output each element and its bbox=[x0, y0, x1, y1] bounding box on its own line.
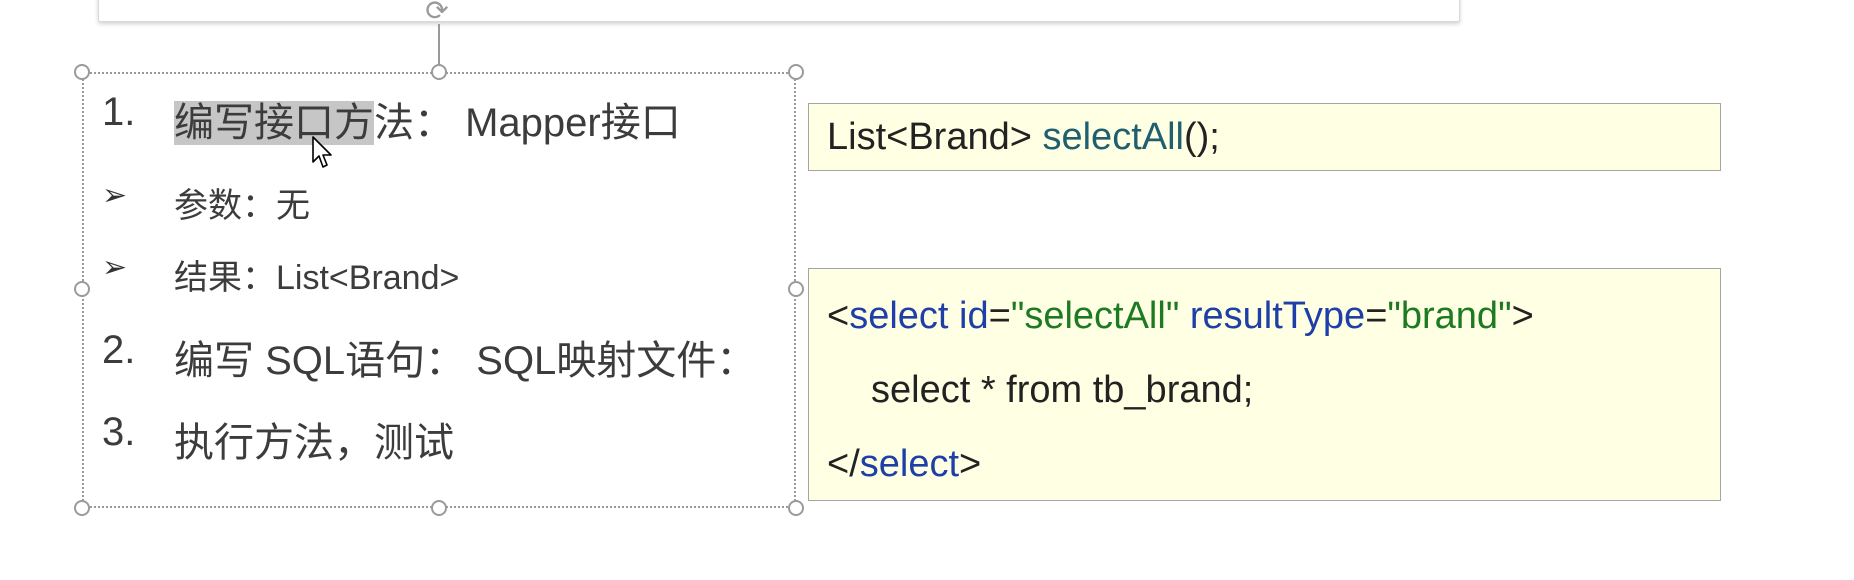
code-punct: < bbox=[827, 295, 850, 337]
selected-text-box[interactable]: 1. 编写接口方法： Mapper接口 ➢ 参数：无 ➢ 结果：List<Bra… bbox=[82, 72, 796, 508]
step-text: 执行方法，测试 bbox=[174, 421, 454, 465]
code-text: (); bbox=[1183, 116, 1220, 158]
step-number: 1. bbox=[102, 90, 136, 134]
step-3: 3. 执行方法，测试 bbox=[102, 410, 782, 465]
step-2: 2. 编写 SQL语句： SQL映射文件： bbox=[102, 328, 782, 383]
code-punct: > bbox=[959, 443, 982, 485]
resize-handle-bottom-center[interactable] bbox=[431, 500, 447, 516]
code-punct: = bbox=[988, 295, 1011, 337]
code-line-2: select * from tb_brand; bbox=[871, 369, 1253, 412]
selected-text: 编写接口方 bbox=[174, 101, 374, 145]
resize-handle-middle-left[interactable] bbox=[74, 281, 90, 297]
code-line: List<Brand> selectAll(); bbox=[827, 116, 1220, 159]
code-line-1: <select id="selectAll" resultType="brand… bbox=[827, 295, 1534, 338]
code-punct: > bbox=[1511, 295, 1534, 337]
step-number: 2. bbox=[102, 328, 136, 372]
resize-handle-top-right[interactable] bbox=[788, 64, 804, 80]
bullet-text: 结果：List<Brand> bbox=[174, 259, 460, 297]
bullet-result: ➢ 结果：List<Brand> bbox=[102, 250, 782, 297]
rotate-handle-icon[interactable]: ⟳ bbox=[422, 0, 452, 26]
code-text: List<Brand> bbox=[827, 116, 1043, 158]
resize-handle-bottom-left[interactable] bbox=[74, 500, 90, 516]
step-text: 编写 SQL语句： SQL映射文件： bbox=[174, 339, 757, 383]
code-attr: resultType bbox=[1179, 295, 1366, 337]
toolbar-remnant bbox=[98, 0, 1460, 22]
code-tag: select bbox=[859, 443, 960, 485]
bullet-params: ➢ 参数：无 bbox=[102, 178, 782, 225]
code-line-3: </select> bbox=[827, 443, 981, 486]
code-string: "selectAll" bbox=[1010, 295, 1180, 337]
code-box-method: List<Brand> selectAll(); bbox=[808, 103, 1721, 171]
resize-handle-bottom-right[interactable] bbox=[788, 500, 804, 516]
code-punct: </ bbox=[827, 443, 860, 485]
step-1: 1. 编写接口方法： Mapper接口 bbox=[102, 90, 782, 145]
step-text: 编写接口方法： Mapper接口 bbox=[174, 90, 681, 148]
step-number: 3. bbox=[102, 410, 136, 454]
code-method-name: selectAll bbox=[1042, 116, 1184, 158]
arrow-bullet-icon: ➢ bbox=[102, 251, 128, 284]
step-text-rest: 法： Mapper接口 bbox=[374, 101, 681, 145]
code-tag: select bbox=[849, 295, 949, 337]
resize-handle-top-left[interactable] bbox=[74, 64, 90, 80]
resize-handle-top-center[interactable] bbox=[431, 64, 447, 80]
code-box-xml: <select id="selectAll" resultType="brand… bbox=[808, 268, 1721, 501]
mouse-pointer-icon bbox=[312, 136, 332, 168]
arrow-bullet-icon: ➢ bbox=[102, 179, 128, 212]
code-attr: id bbox=[948, 295, 989, 337]
code-punct: = bbox=[1365, 295, 1388, 337]
resize-handle-middle-right[interactable] bbox=[788, 281, 804, 297]
bullet-text: 参数：无 bbox=[174, 187, 310, 225]
code-string: "brand" bbox=[1387, 295, 1512, 337]
code-text: select * from tb_brand; bbox=[871, 369, 1254, 411]
